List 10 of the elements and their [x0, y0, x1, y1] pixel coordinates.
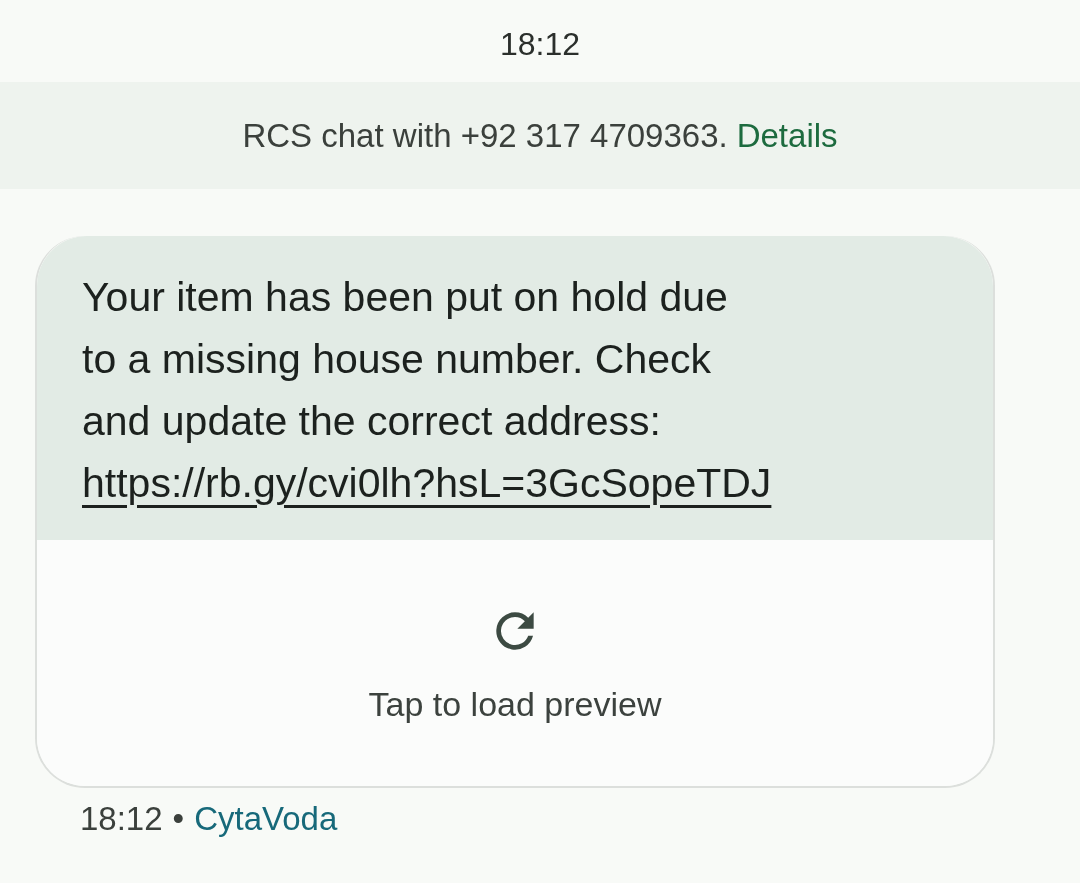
separator-dot: • [172, 800, 185, 838]
preview-label: Tap to load preview [368, 684, 662, 724]
details-link[interactable]: Details [736, 116, 838, 155]
link-preview-card[interactable]: Tap to load preview [37, 540, 993, 786]
status-time: 18:12 [498, 25, 582, 64]
sender-name: CytaVoda [194, 800, 338, 838]
message-text: Your item has been put on hold due to a missing house number. Check and update the correct address: https://rb.gy/cvi0lh?hsL=3GcSopeTDJ [82, 273, 773, 508]
message-time: 18:12 [80, 800, 163, 838]
banner-text: RCS chat with +92 317 4709363. [242, 116, 728, 155]
message-link[interactable]: https://rb.gy/cvi0lh?hsL=3GcSopeTDJ [82, 460, 772, 506]
